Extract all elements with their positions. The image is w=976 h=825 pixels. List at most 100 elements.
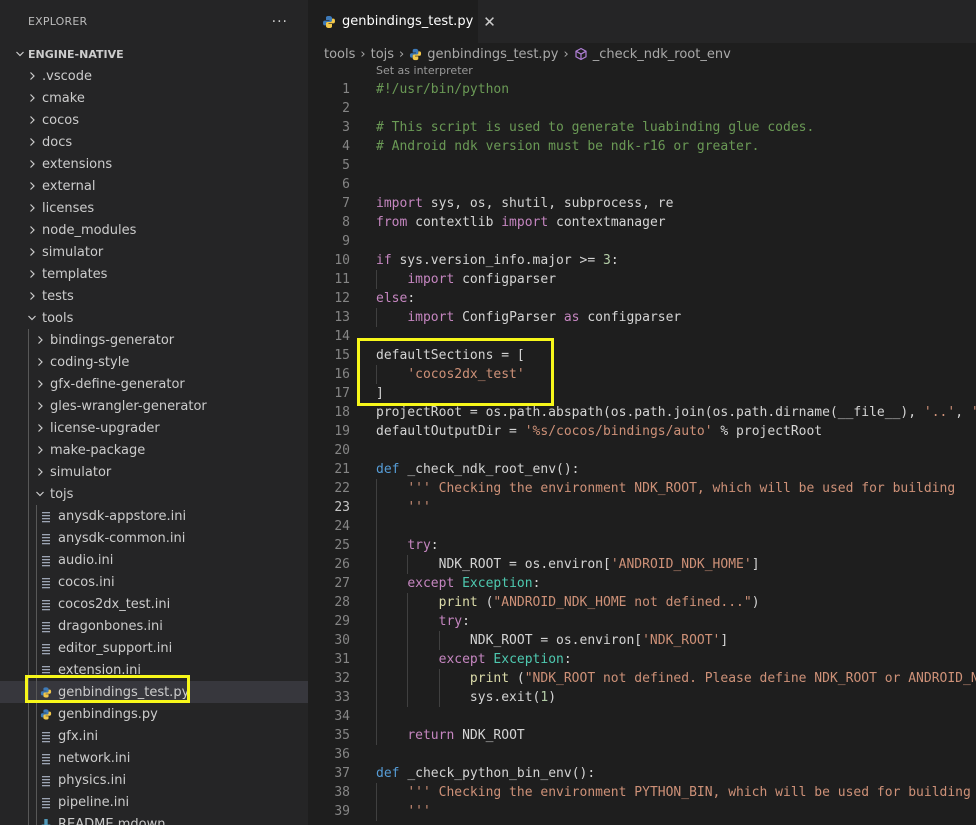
code-text: ''' (376, 500, 430, 515)
tree-root-engine-native[interactable]: ENGINE-NATIVE (0, 43, 308, 65)
tree-item-dragonbones-ini[interactable]: dragonbones.ini (0, 615, 308, 637)
breadcrumb-file[interactable]: genbindings_test.py (427, 47, 558, 62)
chevron-right-icon (32, 357, 48, 367)
tree-item-make-package[interactable]: make-package (0, 439, 308, 461)
python-file-icon (322, 15, 336, 29)
breadcrumb-tojs[interactable]: tojs (371, 47, 394, 62)
tree-item-physics-ini[interactable]: physics.ini (0, 769, 308, 791)
tree-item-label: simulator (50, 464, 112, 480)
settings-file-icon (38, 620, 54, 633)
tree-item-cmake[interactable]: cmake (0, 87, 308, 109)
code-token: ''' Checking the environment NDK_ROOT, w… (407, 481, 956, 496)
code-line: 31 except Exception: (308, 650, 976, 669)
code-text: def _check_python_bin_env(): (376, 766, 595, 781)
tree-item-gfx-ini[interactable]: gfx.ini (0, 725, 308, 747)
code-token: defaultOutputDir = (376, 424, 525, 439)
tree-item-docs[interactable]: docs (0, 131, 308, 153)
line-number: 12 (334, 291, 350, 306)
tree-item-gles-wrangler-generator[interactable]: gles-wrangler-generator (0, 395, 308, 417)
tree-item-tojs[interactable]: tojs (0, 483, 308, 505)
line-number: 28 (334, 595, 350, 610)
code-token: print (469, 671, 510, 686)
code-text: NDK_ROOT = os.environ['NDK_ROOT'] (376, 633, 728, 648)
code-text: #!/usr/bin/python (376, 82, 509, 97)
code-line: 23 ''' (308, 498, 976, 517)
tree-item-external[interactable]: external (0, 175, 308, 197)
tree-item-anysdk-appstore-ini[interactable]: anysdk-appstore.ini (0, 505, 308, 527)
tree-item-licenses[interactable]: licenses (0, 197, 308, 219)
tree-item-editor-support-ini[interactable]: editor_support.ini (0, 637, 308, 659)
code-token: NDK_ROOT = os.environ[ (376, 557, 611, 572)
more-actions-icon[interactable]: ··· (272, 14, 288, 30)
code-line: 2 (308, 99, 976, 118)
code-line: 21 def _check_ndk_root_env(): (308, 460, 976, 479)
tree-item-coding-style[interactable]: coding-style (0, 351, 308, 373)
tree-item-templates[interactable]: templates (0, 263, 308, 285)
tree-item-simulator[interactable]: simulator (0, 241, 308, 263)
indent-guide (36, 791, 37, 813)
settings-file-icon (38, 796, 54, 809)
tab-genbindings-test[interactable]: genbindings_test.py ✕ (308, 0, 496, 43)
tree-item-anysdk-common-ini[interactable]: anysdk-common.ini (0, 527, 308, 549)
tree-item-label: templates (42, 266, 108, 282)
code-line: 34 (308, 707, 976, 726)
tree-item-cocos[interactable]: cocos (0, 109, 308, 131)
tree-item-label: gles-wrangler-generator (50, 398, 207, 414)
tree-item-label: cocos.ini (58, 574, 115, 590)
chevron-right-icon (32, 423, 48, 433)
indent-guide (36, 505, 37, 527)
tree-item-genbindings-py[interactable]: genbindings.py (0, 703, 308, 725)
close-icon[interactable]: ✕ (483, 13, 496, 31)
code-token: _check_ndk_root_env (407, 462, 557, 477)
tree-item-gfx-define-generator[interactable]: gfx-define-generator (0, 373, 308, 395)
code-area[interactable]: 1 #!/usr/bin/python 2 3 # This script is use… (308, 80, 976, 821)
breadcrumb-symbol[interactable]: _check_ndk_root_env (593, 47, 731, 62)
tree-item-readme-mdown[interactable]: README.mdown (0, 813, 308, 825)
tree-item-network-ini[interactable]: network.ini (0, 747, 308, 769)
indent-guide (28, 329, 29, 351)
tree-item-license-upgrader[interactable]: license-upgrader (0, 417, 308, 439)
code-token: : (430, 538, 439, 553)
code-token: ) (751, 595, 760, 610)
indent-guide (36, 549, 37, 571)
codelens-set-interpreter[interactable]: Set as interpreter (308, 65, 976, 79)
tree-item-tools[interactable]: tools (0, 307, 308, 329)
code-text: else: (376, 291, 415, 306)
tree-item-label: tests (42, 288, 74, 304)
tree-item-simulator[interactable]: simulator (0, 461, 308, 483)
tree-item-bindings-generator[interactable]: bindings-generator (0, 329, 308, 351)
code-token: Exception (462, 576, 533, 591)
code-line: 9 (308, 232, 976, 251)
code-text: projectRoot = os.path.abspath(os.path.jo… (376, 405, 976, 420)
line-number: 20 (334, 443, 350, 458)
tree-item-cocos2dx-test-ini[interactable]: cocos2dx_test.ini (0, 593, 308, 615)
tree-item-extensions[interactable]: extensions (0, 153, 308, 175)
line-number: 3 (342, 120, 350, 135)
tree-item-node-modules[interactable]: node_modules (0, 219, 308, 241)
code-token: '..' (923, 405, 956, 420)
breadcrumb-tools[interactable]: tools (324, 47, 355, 62)
tree-item-label: dragonbones.ini (58, 618, 163, 634)
code-text: sys.exit(1) (376, 690, 556, 705)
tree-item-tests[interactable]: tests (0, 285, 308, 307)
tree-item-label: anysdk-common.ini (58, 530, 186, 546)
tree-item-label: gfx.ini (58, 728, 99, 744)
line-number: 31 (334, 652, 350, 667)
tree-item-audio-ini[interactable]: audio.ini (0, 549, 308, 571)
code-token: except (438, 652, 486, 667)
tree-item-pipeline-ini[interactable]: pipeline.ini (0, 791, 308, 813)
code-line: 39 ''' (308, 802, 976, 821)
code-token: ) (548, 690, 557, 705)
tree-item-cocos-ini[interactable]: cocos.ini (0, 571, 308, 593)
code-token: : (407, 291, 416, 306)
tree-item-vscode[interactable]: .vscode (0, 65, 308, 87)
tab-bar: genbindings_test.py ✕ (308, 0, 976, 43)
chevron-right-icon (24, 115, 40, 125)
code-text: ''' Checking the environment NDK_ROOT, w… (376, 481, 955, 496)
